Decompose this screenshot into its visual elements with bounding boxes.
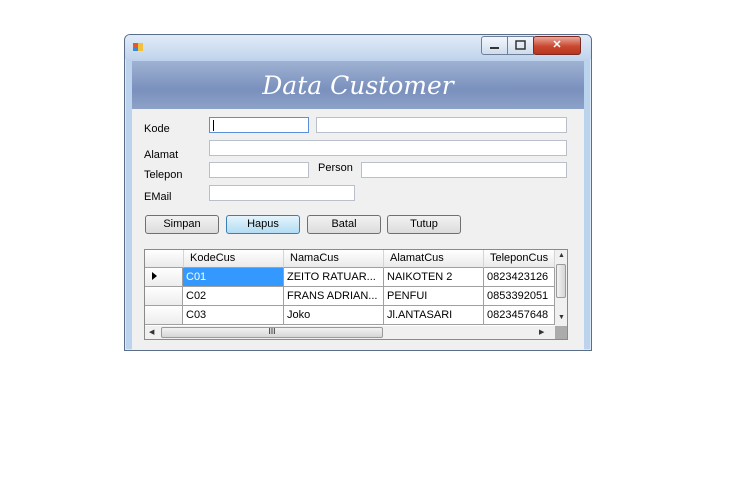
maximize-button[interactable] [507,36,534,55]
column-header-alamatcus[interactable]: AlamatCus [384,250,484,268]
batal-button[interactable]: Batal [307,215,381,234]
simpan-button[interactable]: Simpan [145,215,219,234]
table-cell[interactable]: C01 [183,268,284,287]
table-cell[interactable]: C02 [183,287,284,306]
customer-grid[interactable]: KodeCus NamaCus AlamatCus TeleponCus C01… [144,249,568,340]
close-button[interactable]: ✕ [533,36,581,55]
kode-description-input[interactable] [316,117,567,133]
minimize-icon [482,37,507,54]
table-cell[interactable]: 0853392051 [484,287,555,306]
row-header[interactable] [145,306,183,325]
row-header[interactable] [145,268,183,287]
vertical-scrollbar[interactable]: ▲ ▼ [555,250,567,326]
column-header-namacus[interactable]: NamaCus [284,250,384,268]
table-cell[interactable]: Joko [284,306,384,325]
person-input[interactable] [361,162,567,178]
grid-corner-header [145,250,184,268]
email-label: EMail [144,191,172,203]
table-cell[interactable]: ZEITO RATUAR... [284,268,384,287]
minimize-button[interactable] [481,36,508,55]
kode-input[interactable] [209,117,309,133]
banner-title: Data Customer [262,71,454,100]
banner: Data Customer [132,61,584,109]
kode-label: Kode [144,123,170,135]
close-icon: ✕ [552,39,562,51]
app-icon [133,43,143,51]
horizontal-scroll-thumb[interactable]: III [161,327,383,338]
table-cell[interactable]: C03 [183,306,284,325]
table-cell[interactable]: PENFUI [384,287,484,306]
scroll-left-icon[interactable]: ◀ [149,328,154,336]
alamat-label: Alamat [144,149,179,161]
vertical-scroll-thumb[interactable] [556,264,566,298]
telepon-label: Telepon [144,169,183,181]
column-header-teleponcus[interactable]: TeleponCus [484,250,555,268]
column-header-kodecus[interactable]: KodeCus [184,250,284,268]
title-bar[interactable]: ✕ [125,35,591,59]
table-cell[interactable]: Jl.ANTASARI [384,306,484,325]
alamat-input[interactable] [209,140,567,156]
person-label: Person [318,162,353,174]
email-input[interactable] [209,185,355,201]
telepon-input[interactable] [209,162,309,178]
table-cell[interactable]: NAIKOTEN 2 [384,268,484,287]
customer-window: ✕ Data Customer Kode Alamat Telepon Pers… [124,34,592,351]
horizontal-scrollbar[interactable]: ◀ III ▶ [145,326,555,339]
table-cell[interactable]: 0823457648 [484,306,555,325]
current-row-indicator-icon [152,272,157,280]
scroll-up-icon[interactable]: ▲ [558,252,565,259]
maximize-icon [508,37,533,54]
scroll-down-icon[interactable]: ▼ [558,314,565,321]
row-header[interactable] [145,287,183,306]
scroll-right-icon[interactable]: ▶ [539,328,544,336]
tutup-button[interactable]: Tutup [387,215,461,234]
form-client-area: Data Customer Kode Alamat Telepon Person… [132,61,584,350]
hapus-button[interactable]: Hapus [226,215,300,234]
table-cell[interactable]: 0823423126 [484,268,555,287]
table-cell[interactable]: FRANS ADRIAN... [284,287,384,306]
text-caret [213,120,214,131]
grid-body: KodeCus NamaCus AlamatCus TeleponCus C01… [145,250,555,326]
